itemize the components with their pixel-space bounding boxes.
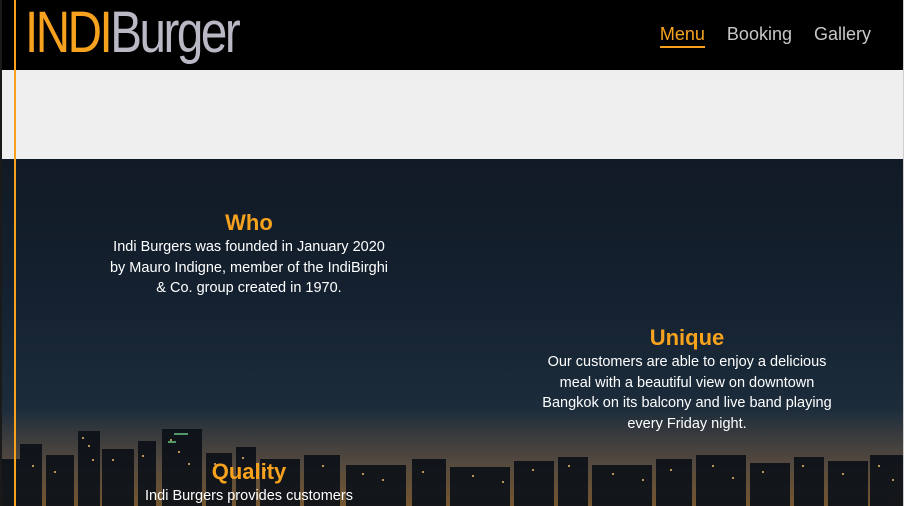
nav-link-menu[interactable]: Menu: [659, 22, 705, 48]
site-logo[interactable]: INDIBurger: [25, 0, 241, 68]
feature-quality: Quality Indi Burgers provides customers: [108, 458, 390, 506]
feature-who-title: Who: [225, 210, 273, 235]
accent-vertical-rule: [14, 0, 16, 506]
logo-burger-text: Burger: [110, 0, 240, 65]
feature-quality-text: Indi Burgers provides customers: [145, 488, 353, 504]
feature-who-text: Indi Burgers was founded in January 2020…: [109, 239, 389, 296]
main-nav: Menu Booking Gallery: [659, 22, 871, 48]
feature-quality-title: Quality: [211, 459, 287, 484]
feature-unique: Unique Our customers are able to enjoy a…: [532, 324, 842, 434]
feature-unique-title: Unique: [649, 325, 725, 350]
nav-link-booking[interactable]: Booking: [727, 22, 792, 48]
page: INDIBurger Menu Booking Gallery Who Indi…: [0, 0, 904, 506]
site-header: INDIBurger Menu Booking Gallery: [2, 0, 903, 70]
frame-border-left: [0, 0, 2, 506]
nav-link-gallery[interactable]: Gallery: [814, 22, 871, 48]
banner-strip: [2, 70, 904, 159]
logo-indi-text: INDI: [25, 0, 113, 65]
feature-who: Who Indi Burgers was founded in January …: [108, 209, 390, 299]
feature-unique-text: Our customers are able to enjoy a delici…: [542, 354, 832, 432]
